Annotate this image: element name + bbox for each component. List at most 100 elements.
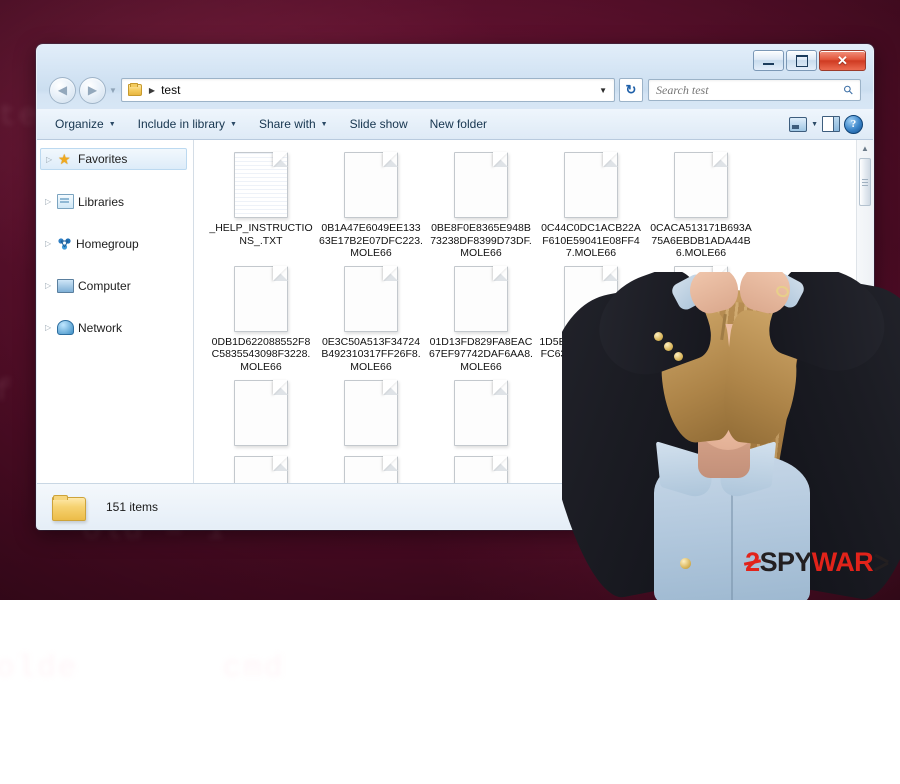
sidebar-item-network[interactable]: ▷ Network (37, 317, 193, 338)
file-name: 0BE8F0E8365E948B73238DF8399D73DF.MOLE66 (429, 222, 533, 260)
chevron-down-icon: ▼ (109, 121, 116, 128)
file-item[interactable] (426, 450, 536, 484)
forward-button[interactable]: ▶ (79, 77, 106, 104)
file-item[interactable] (316, 450, 426, 484)
command-toolbar: Organize ▼ Include in library ▼ Share wi… (37, 109, 873, 140)
address-bar[interactable]: ▶ test ▼ (121, 78, 615, 102)
file-item[interactable] (206, 450, 316, 484)
preview-pane-icon[interactable] (822, 116, 840, 132)
blank-document-icon (454, 152, 508, 218)
blank-document-icon (234, 456, 288, 484)
item-count-label: 151 items (106, 500, 158, 514)
blank-document-icon (564, 152, 618, 218)
toolbar-include-in-library-label: Include in library (138, 117, 225, 131)
file-item[interactable]: 01D13FD829FA8EAC67EF97742DAF6AA8.MOLE66 (426, 260, 536, 374)
help-icon[interactable]: ? (844, 115, 863, 134)
toolbar-right-group: ▼ ? (789, 115, 873, 134)
file-item[interactable] (646, 374, 756, 450)
watermark-chevron-icon (874, 552, 888, 574)
change-view-icon[interactable] (789, 117, 807, 132)
file-item[interactable]: 0C44C0DC1ACB22AF610E59041E08FF47.MOLE66 (536, 146, 646, 260)
spacer (37, 254, 193, 275)
expand-triangle-icon[interactable]: ▷ (45, 323, 53, 332)
file-item[interactable]: 0BE8F0E8365E948B73238DF8399D73DF.MOLE66 (426, 146, 536, 260)
toolbar-include-in-library[interactable]: Include in library ▼ (127, 109, 248, 139)
explorer-window: ✕ ◀ ▶ ▼ ▶ test ▼ ↻ ⚲ Organize ▼ (36, 44, 874, 530)
search-box[interactable]: ⚲ (648, 79, 861, 101)
vertical-scrollbar[interactable]: ▲ (856, 140, 873, 484)
maximize-button[interactable] (786, 50, 817, 71)
close-icon: ✕ (837, 54, 848, 67)
file-item[interactable] (206, 374, 316, 450)
expand-triangle-icon[interactable]: ▷ (46, 155, 54, 164)
back-button[interactable]: ◀ (49, 77, 76, 104)
file-item[interactable] (536, 374, 646, 450)
sidebar-item-label: Network (78, 321, 122, 335)
file-item[interactable]: 0DB1D622088552F8C5835543098F3228.MOLE66 (206, 260, 316, 374)
homegroup-glyph (57, 237, 72, 250)
watermark-part-2: SPY (760, 547, 812, 578)
spacer (37, 296, 193, 317)
address-dropdown-icon[interactable]: ▼ (599, 86, 607, 95)
blank-document-icon (344, 456, 398, 484)
forward-arrow-icon: ▶ (88, 84, 97, 96)
file-grid: _HELP_INSTRUCTIONS_.TXT 0B1A47E6049EE133… (206, 146, 856, 484)
toolbar-new-folder-label: New folder (430, 117, 487, 131)
watermark-part-3: WAR (812, 547, 873, 578)
file-item[interactable] (316, 374, 426, 450)
folder-icon (52, 493, 86, 521)
sidebar-item-libraries[interactable]: ▷ Libraries (37, 191, 193, 212)
toolbar-slide-show[interactable]: Slide show (339, 109, 419, 139)
toolbar-organize[interactable]: Organize ▼ (44, 109, 127, 139)
file-name: _HELP_INSTRUCTIONS_.TXT (209, 222, 313, 247)
close-button[interactable]: ✕ (819, 50, 866, 71)
scrollbar-grip-icon (862, 179, 868, 186)
navigation-buttons: ◀ ▶ (49, 77, 106, 104)
blank-document-icon (234, 380, 288, 446)
file-item[interactable]: _HELP_INSTRUCTIONS_.TXT (206, 146, 316, 260)
sidebar-item-favorites[interactable]: ▷ ★ Favorites (40, 148, 187, 170)
file-item[interactable]: 0E3C50A513F34724B492310317FF26F8.MOLE66 (316, 260, 426, 374)
scrollbar-thumb[interactable] (859, 158, 871, 206)
file-name: 01D13FD829FA8EAC67EF97742DAF6AA8.MOLE66 (429, 336, 533, 374)
file-name: 1EAEAD6426B4E36E2513E0342A7BDDA.MOLE66 (649, 336, 753, 374)
file-item[interactable]: 0CACA513171B693A75A6EBDB1ADA44B6.MOLE66 (646, 146, 756, 260)
breadcrumb-current-folder[interactable]: test (161, 83, 180, 97)
file-item[interactable] (426, 374, 536, 450)
sidebar-item-label: Favorites (78, 152, 127, 166)
recent-pages-caret-icon[interactable]: ▼ (109, 86, 117, 95)
blank-document-icon (344, 152, 398, 218)
file-list-view[interactable]: _HELP_INSTRUCTIONS_.TXT 0B1A47E6049EE133… (194, 140, 873, 484)
expand-triangle-icon[interactable]: ▷ (45, 239, 53, 248)
blank-document-icon (674, 152, 728, 218)
watermark-2spyware: 2 SPY WAR (745, 547, 888, 578)
breadcrumb-chevron-icon[interactable]: ▶ (149, 86, 155, 95)
refresh-button[interactable]: ↻ (619, 78, 643, 102)
file-item[interactable]: 1D5EAE340E0C372DFC630E2411C51231.MOLE66 (536, 260, 646, 374)
library-icon (57, 194, 74, 209)
minimize-button[interactable] (753, 50, 784, 71)
toolbar-share-with-label: Share with (259, 117, 316, 131)
blank-document-icon (234, 266, 288, 332)
file-item[interactable]: 1EAEAD6426B4E36E2513E0342A7BDDA.MOLE66 (646, 260, 756, 374)
chevron-down-icon: ▼ (321, 121, 328, 128)
address-row: ◀ ▶ ▼ ▶ test ▼ ↻ ⚲ (37, 73, 873, 107)
file-name: 0E3C50A513F34724B492310317FF26F8.MOLE66 (319, 336, 423, 374)
scroll-up-button[interactable]: ▲ (857, 140, 873, 156)
sidebar-item-label: Homegroup (76, 237, 139, 251)
spacer (37, 170, 193, 191)
file-item[interactable]: 0B1A47E6049EE13363E17B2E07DFC223.MOLE66 (316, 146, 426, 260)
toolbar-slide-show-label: Slide show (350, 117, 408, 131)
bg-code-line: olde cmd (0, 646, 900, 692)
blank-document-icon (454, 266, 508, 332)
sidebar-item-computer[interactable]: ▷ Computer (37, 275, 193, 296)
window-body: ▷ ★ Favorites ▷ Libraries ▷ (37, 140, 873, 484)
toolbar-organize-label: Organize (55, 117, 104, 131)
expand-triangle-icon[interactable]: ▷ (45, 197, 53, 206)
expand-triangle-icon[interactable]: ▷ (45, 281, 53, 290)
sidebar-item-homegroup[interactable]: ▷ Homegroup (37, 233, 193, 254)
toolbar-share-with[interactable]: Share with ▼ (248, 109, 339, 139)
view-chevron-down-icon[interactable]: ▼ (811, 121, 818, 128)
toolbar-new-folder[interactable]: New folder (419, 109, 498, 139)
search-input[interactable] (649, 82, 844, 99)
